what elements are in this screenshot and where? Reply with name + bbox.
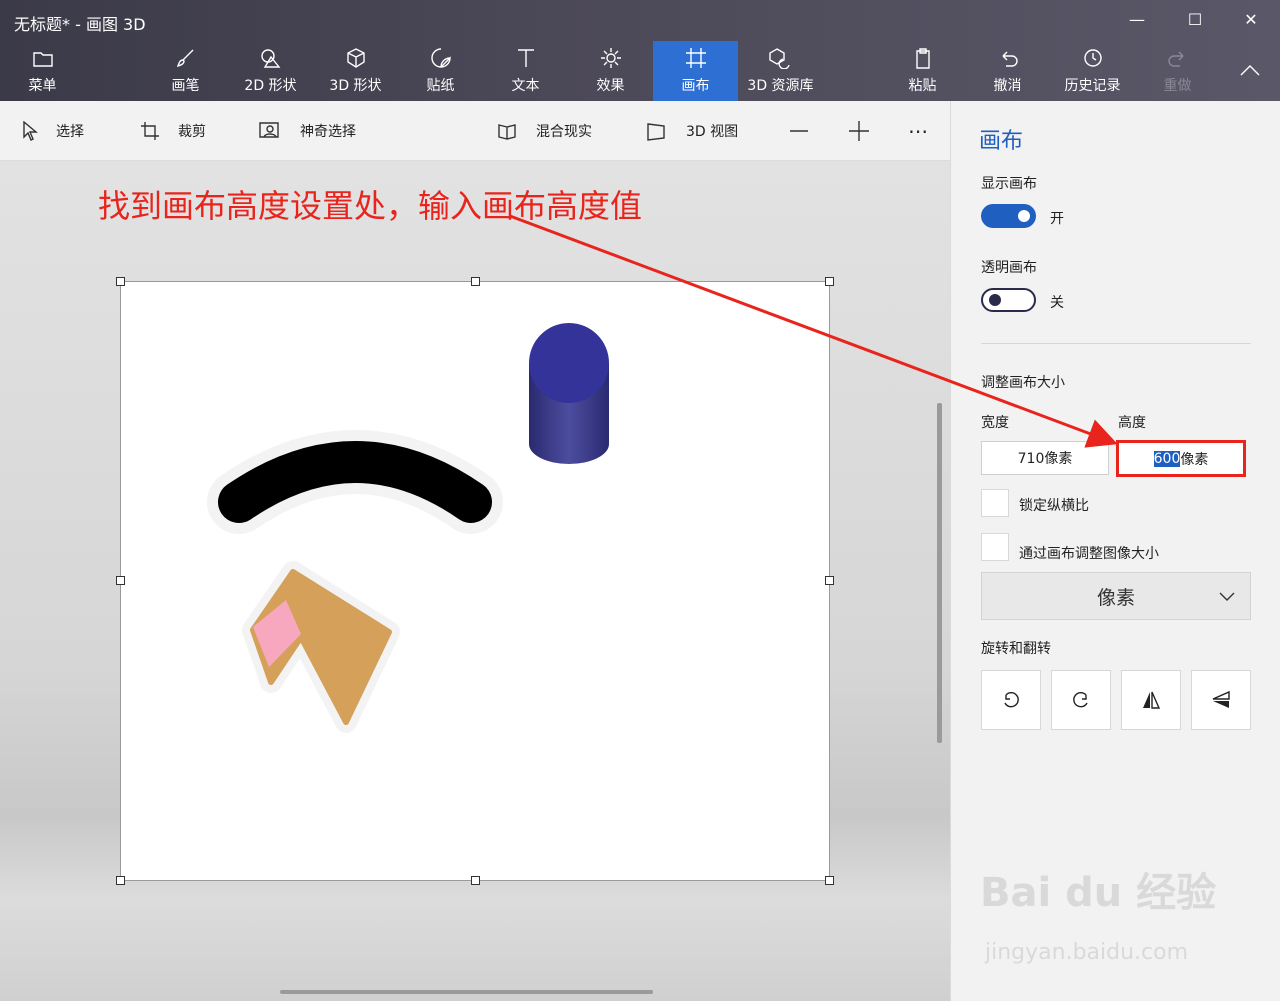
baidu-watermark-url: jingyan.baidu.com — [985, 940, 1189, 965]
baidu-watermark-logo: Bai du 经验 — [980, 870, 1217, 916]
annotation-arrow — [509, 214, 1118, 448]
